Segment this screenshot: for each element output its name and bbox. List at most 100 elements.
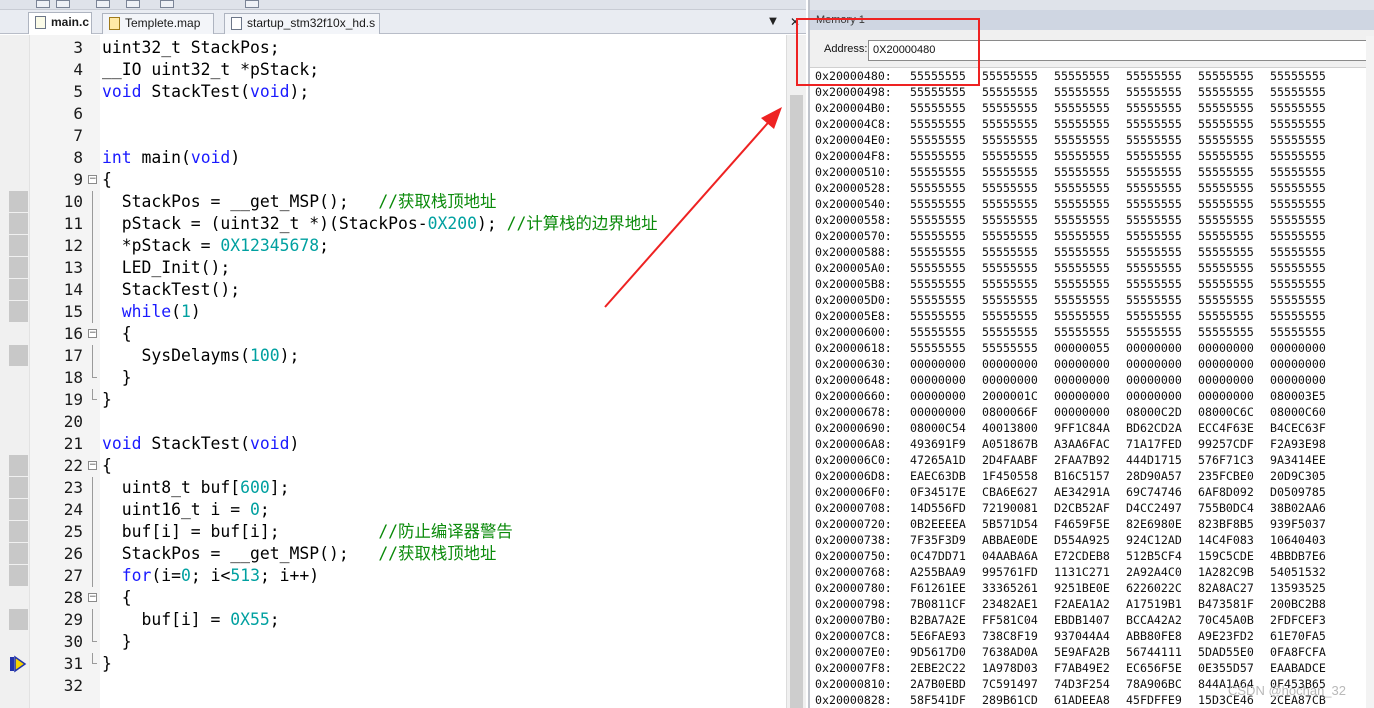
memory-word[interactable]: 55555555: [1270, 324, 1342, 340]
code-line[interactable]: 8 int main(void): [0, 147, 780, 169]
memory-word[interactable]: D4CC2497: [1126, 500, 1198, 516]
memory-row[interactable]: 0x20000570: 55555555 55555555 55555555 55555…: [815, 228, 1374, 244]
memory-word[interactable]: 2A7B0EBD: [910, 676, 982, 692]
memory-row[interactable]: 0x200005D0: 55555555 55555555 55555555 55555…: [815, 292, 1374, 308]
memory-word[interactable]: 00000000: [1126, 356, 1198, 372]
line-marker[interactable]: [9, 279, 28, 300]
memory-word[interactable]: 55555555: [1126, 116, 1198, 132]
memory-word[interactable]: 080003E5: [1270, 388, 1342, 404]
memory-vertical-scrollbar[interactable]: [1366, 36, 1374, 708]
memory-word[interactable]: B473581F: [1198, 596, 1270, 612]
memory-word[interactable]: 55555555: [982, 308, 1054, 324]
memory-word[interactable]: 55555555: [1270, 228, 1342, 244]
memory-word[interactable]: 55555555: [1126, 196, 1198, 212]
memory-word[interactable]: 28D90A57: [1126, 468, 1198, 484]
fold-toggle-icon[interactable]: −: [88, 455, 97, 477]
memory-word[interactable]: 9251BE0E: [1054, 580, 1126, 596]
memory-word[interactable]: 00000000: [1198, 372, 1270, 388]
code-line[interactable]: 20: [0, 411, 780, 433]
memory-word[interactable]: 55555555: [1270, 212, 1342, 228]
memory-row[interactable]: 0x20000498: 55555555 55555555 55555555 55555…: [815, 84, 1374, 100]
memory-word[interactable]: 55555555: [1270, 116, 1342, 132]
memory-word[interactable]: 1A978D03: [982, 660, 1054, 676]
memory-word[interactable]: 5E9AFA2B: [1054, 644, 1126, 660]
memory-word[interactable]: 55555555: [1198, 260, 1270, 276]
memory-word[interactable]: 1A282C9B: [1198, 564, 1270, 580]
memory-word[interactable]: ABB80FE8: [1126, 628, 1198, 644]
memory-word[interactable]: 08000C54: [910, 420, 982, 436]
memory-word[interactable]: 55555555: [1054, 308, 1126, 324]
tab-templete-map[interactable]: Templete.map: [102, 13, 214, 34]
memory-word[interactable]: FF581C04: [982, 612, 1054, 628]
memory-word[interactable]: 55555555: [910, 164, 982, 180]
memory-word[interactable]: 5B571D54: [982, 516, 1054, 532]
memory-word[interactable]: 55555555: [1198, 196, 1270, 212]
line-marker[interactable]: [9, 345, 28, 366]
memory-word[interactable]: 55555555: [982, 68, 1054, 84]
memory-row[interactable]: 0x200005A0: 55555555 55555555 55555555 55555…: [815, 260, 1374, 276]
memory-word[interactable]: 493691F9: [910, 436, 982, 452]
memory-word[interactable]: 00000000: [982, 372, 1054, 388]
memory-row[interactable]: 0x200005E8: 55555555 55555555 55555555 55555…: [815, 308, 1374, 324]
memory-word[interactable]: 55555555: [910, 244, 982, 260]
memory-word[interactable]: 55555555: [1054, 324, 1126, 340]
memory-word[interactable]: 55555555: [910, 100, 982, 116]
memory-word[interactable]: 55555555: [1270, 308, 1342, 324]
toolbar-button-icon[interactable]: [36, 0, 50, 8]
memory-word[interactable]: 55555555: [1270, 292, 1342, 308]
memory-word[interactable]: 00000000: [1126, 388, 1198, 404]
memory-word[interactable]: 55555555: [910, 340, 982, 356]
memory-word[interactable]: 71A17FED: [1126, 436, 1198, 452]
memory-row[interactable]: 0x20000558: 55555555 55555555 55555555 55555…: [815, 212, 1374, 228]
memory-word[interactable]: 55555555: [910, 116, 982, 132]
memory-row[interactable]: 0x200004B0: 55555555 55555555 55555555 55555…: [815, 100, 1374, 116]
code-line[interactable]: 3 uint32_t StackPos;: [0, 37, 780, 59]
memory-word[interactable]: 444D1715: [1126, 452, 1198, 468]
line-marker[interactable]: [9, 213, 28, 234]
memory-word[interactable]: 55555555: [1054, 68, 1126, 84]
memory-row[interactable]: 0x20000528: 55555555 55555555 55555555 55555…: [815, 180, 1374, 196]
editor-vertical-scrollbar[interactable]: [786, 35, 806, 708]
tab-list-dropdown-icon[interactable]: ▼: [766, 15, 780, 29]
memory-word[interactable]: 55555555: [1054, 196, 1126, 212]
code-line[interactable]: 24 uint16_t i = 0;: [0, 499, 780, 521]
memory-word[interactable]: 55555555: [1054, 180, 1126, 196]
memory-word[interactable]: 00000000: [1054, 356, 1126, 372]
memory-word[interactable]: 9FF1C84A: [1054, 420, 1126, 436]
memory-word[interactable]: 20D9C305: [1270, 468, 1342, 484]
memory-word[interactable]: 159C5CDE: [1198, 548, 1270, 564]
memory-word[interactable]: 72190081: [982, 500, 1054, 516]
memory-word[interactable]: 55555555: [1198, 212, 1270, 228]
memory-word[interactable]: 55555555: [1270, 196, 1342, 212]
memory-word[interactable]: 55555555: [982, 228, 1054, 244]
memory-word[interactable]: 55555555: [1126, 68, 1198, 84]
memory-word[interactable]: EC656F5E: [1126, 660, 1198, 676]
fold-toggle-icon[interactable]: −: [88, 587, 97, 609]
memory-word[interactable]: 55555555: [1270, 180, 1342, 196]
memory-word[interactable]: AE34291A: [1054, 484, 1126, 500]
code-line[interactable]: 14 StackTest();: [0, 279, 780, 301]
memory-word[interactable]: F2AEA1A2: [1054, 596, 1126, 612]
fold-toggle-icon[interactable]: −: [88, 169, 97, 191]
memory-word[interactable]: 7B0811CF: [910, 596, 982, 612]
memory-word[interactable]: 08000C60: [1270, 404, 1342, 420]
memory-row[interactable]: 0x20000708: 14D556FD 72190081 D2CB52AF D4CC2…: [815, 500, 1374, 516]
memory-word[interactable]: 33365261: [982, 580, 1054, 596]
memory-word[interactable]: 55555555: [1126, 212, 1198, 228]
memory-word[interactable]: B4CEC63F: [1270, 420, 1342, 436]
memory-word[interactable]: 2EBE2C22: [910, 660, 982, 676]
memory-word[interactable]: 55555555: [982, 148, 1054, 164]
memory-word[interactable]: 937044A4: [1054, 628, 1126, 644]
memory-word[interactable]: 0FA8FCFA: [1270, 644, 1342, 660]
memory-word[interactable]: 55555555: [910, 292, 982, 308]
memory-row[interactable]: 0x200007F8: 2EBE2C22 1A978D03 F7AB49E2 EC656…: [815, 660, 1374, 676]
memory-word[interactable]: 55555555: [1198, 164, 1270, 180]
memory-word[interactable]: 55555555: [1126, 276, 1198, 292]
memory-word[interactable]: B2BA7A2E: [910, 612, 982, 628]
memory-word[interactable]: BCCA42A2: [1126, 612, 1198, 628]
memory-row[interactable]: 0x20000798: 7B0811CF 23482AE1 F2AEA1A2 A1751…: [815, 596, 1374, 612]
memory-row[interactable]: 0x20000588: 55555555 55555555 55555555 55555…: [815, 244, 1374, 260]
memory-word[interactable]: A9E23FD2: [1198, 628, 1270, 644]
code-line[interactable]: 27 for(i=0; i<513; i++): [0, 565, 780, 587]
memory-word[interactable]: 00000000: [1054, 372, 1126, 388]
